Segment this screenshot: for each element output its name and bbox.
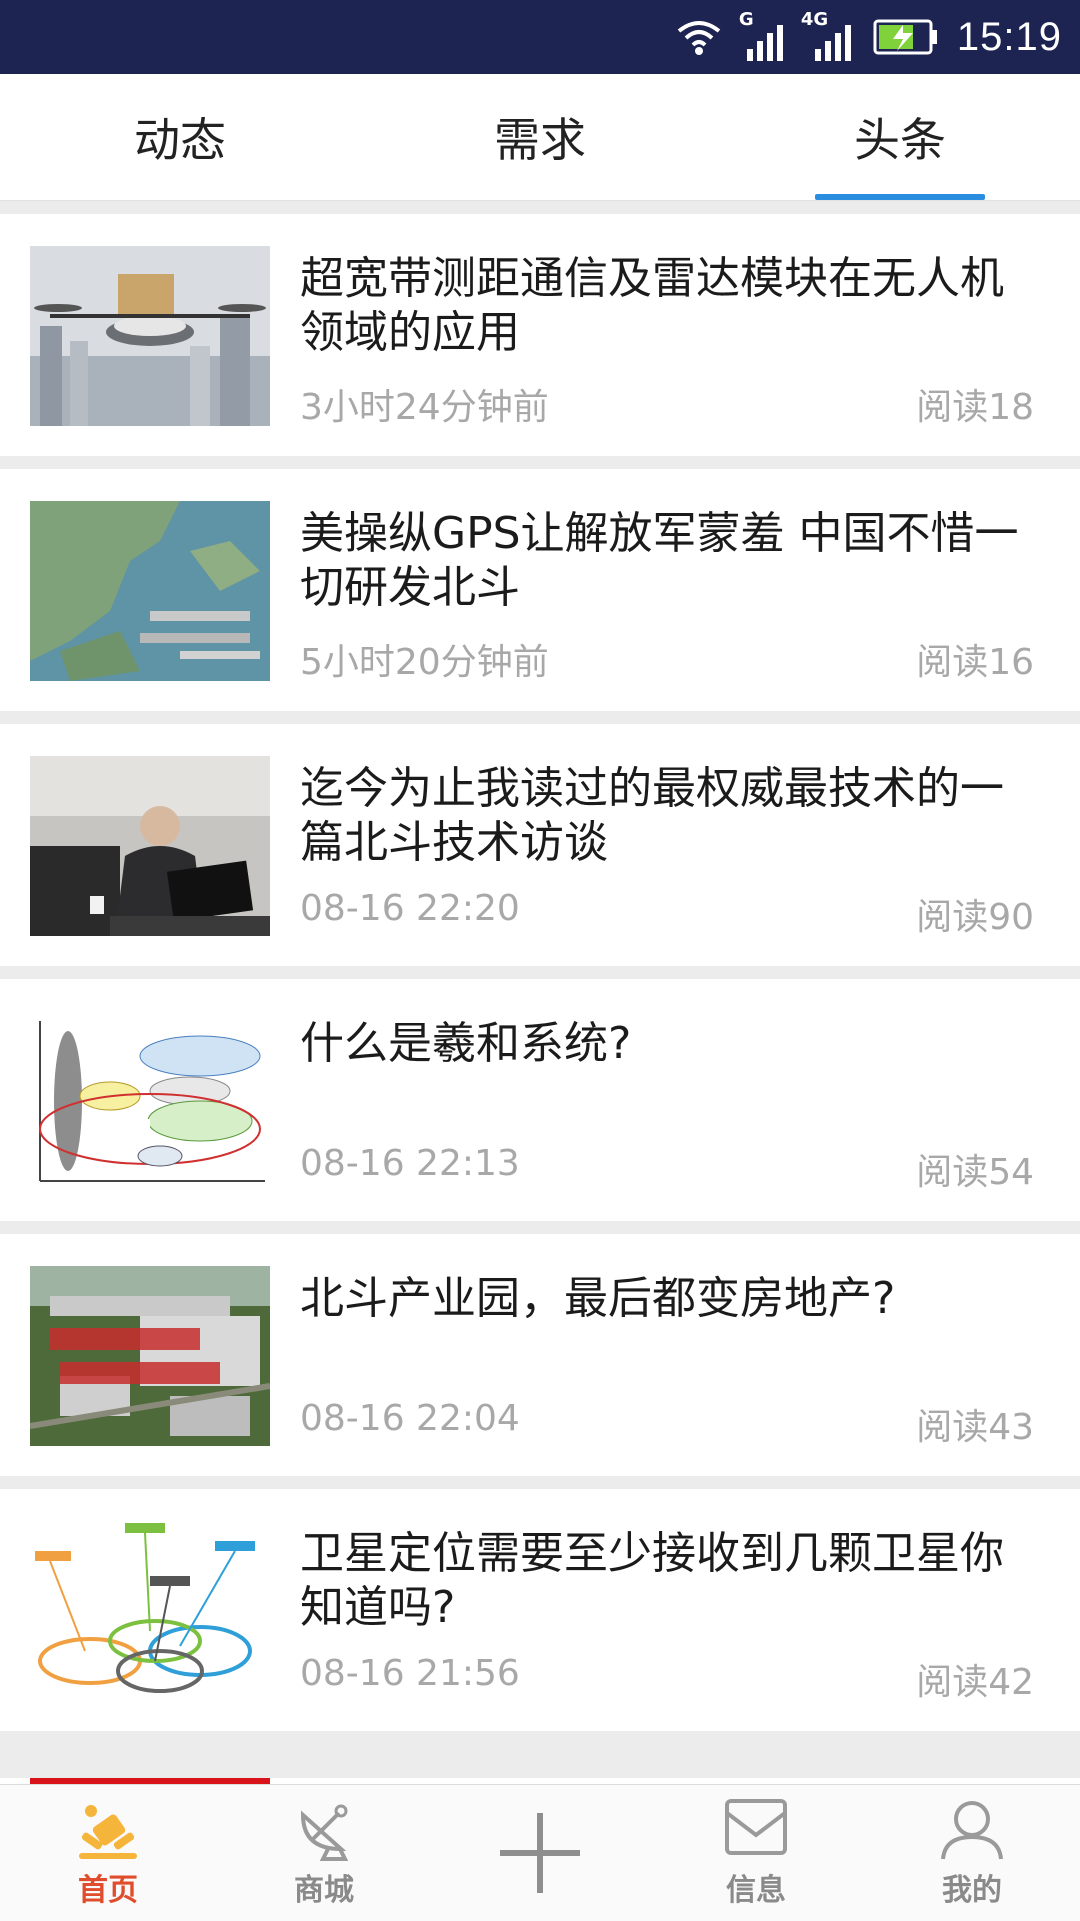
user-icon [941,1801,1003,1860]
article-title: 迄今为止我读过的最权威最技术的一篇北斗技术访谈 [300,763,1004,868]
article-read-count: 阅读90 [916,897,1034,938]
bottom-navigation: 首页 商城 信息 我的 [0,1784,1080,1921]
xihe-diagram-image [30,1011,270,1191]
article-list: 超宽带测距通信及雷达模块在无人机领域的应用 3小时24分钟前 阅读18 美操纵G… [0,214,1080,1744]
plus-icon [500,1813,580,1893]
article-card[interactable]: 卫星定位需要至少接收到几颗卫星你知道吗? 08-16 21:56 阅读42 [0,1489,1080,1731]
article-time: 08-16 22:20 [300,888,520,929]
nav-profile[interactable]: 我的 [864,1785,1080,1921]
nav-home-label: 首页 [78,1873,138,1908]
article-card[interactable]: 迄今为止我读过的最权威最技术的一篇北斗技术访谈 08-16 22:20 阅读90 [0,724,1080,966]
article-card[interactable]: 北斗产业园，最后都变房地产? 08-16 22:04 阅读43 [0,1234,1080,1476]
article-read-count: 阅读43 [916,1407,1034,1448]
article-time: 08-16 22:04 [300,1398,520,1439]
article-title: 美操纵GPS让解放军蒙羞 中国不惜一切研发北斗 [300,508,1019,613]
article-card[interactable]: 什么是羲和系统? 08-16 22:13 阅读54 [0,979,1080,1221]
article-read-count: 阅读42 [916,1662,1034,1703]
article-title: 北斗产业园，最后都变房地产? [300,1273,896,1324]
satellite-dish-icon [300,1804,349,1861]
article-time: 3小时24分钟前 [300,387,549,428]
home-icon [79,1805,137,1859]
signal-icon: G [739,9,787,61]
nav-add[interactable] [432,1785,648,1921]
nav-messages-label: 信息 [726,1873,786,1908]
nav-messages[interactable]: 信息 [648,1785,864,1921]
article-time: 5小时20分钟前 [300,642,549,683]
article-time: 08-16 21:56 [300,1653,520,1694]
speaker-laptop-image [30,756,270,936]
nav-home[interactable]: 首页 [0,1785,216,1921]
signal-4g-icon: 4G [801,9,855,61]
clock: 15:19 [956,14,1062,59]
article-read-count: 阅读54 [916,1152,1034,1193]
tab-dongtai[interactable]: 动态 [0,74,360,200]
wifi-icon [677,21,721,55]
battery-charging-icon [873,19,937,55]
nav-profile-label: 我的 [942,1873,1002,1908]
status-bar: G 4G 15:19 [0,0,1080,74]
article-title: 超宽带测距通信及雷达模块在无人机领域的应用 [300,253,1004,358]
nav-mall-label: 商城 [294,1873,354,1908]
article-title: 什么是羲和系统? [300,1018,632,1069]
mail-icon [725,1799,787,1855]
drone-delivery-image [30,246,270,426]
nav-mall[interactable]: 商城 [216,1785,432,1921]
article-read-count: 阅读18 [916,387,1034,428]
tab-xuqiu[interactable]: 需求 [360,74,720,200]
satellite-rings-image [30,1521,270,1701]
article-card[interactable]: 美操纵GPS让解放军蒙羞 中国不惜一切研发北斗 5小时20分钟前 阅读16 [0,469,1080,711]
industrial-park-image [30,1266,270,1446]
article-card[interactable]: 超宽带测距通信及雷达模块在无人机领域的应用 3小时24分钟前 阅读18 [0,214,1080,456]
article-time: 08-16 22:13 [300,1143,520,1184]
tab-toutiao[interactable]: 头条 [720,74,1080,200]
article-read-count: 阅读16 [916,642,1034,683]
article-title: 卫星定位需要至少接收到几颗卫星你知道吗? [300,1528,1004,1633]
top-tab-bar: 动态 需求 头条 [0,74,1080,201]
map-warships-image [30,501,270,681]
